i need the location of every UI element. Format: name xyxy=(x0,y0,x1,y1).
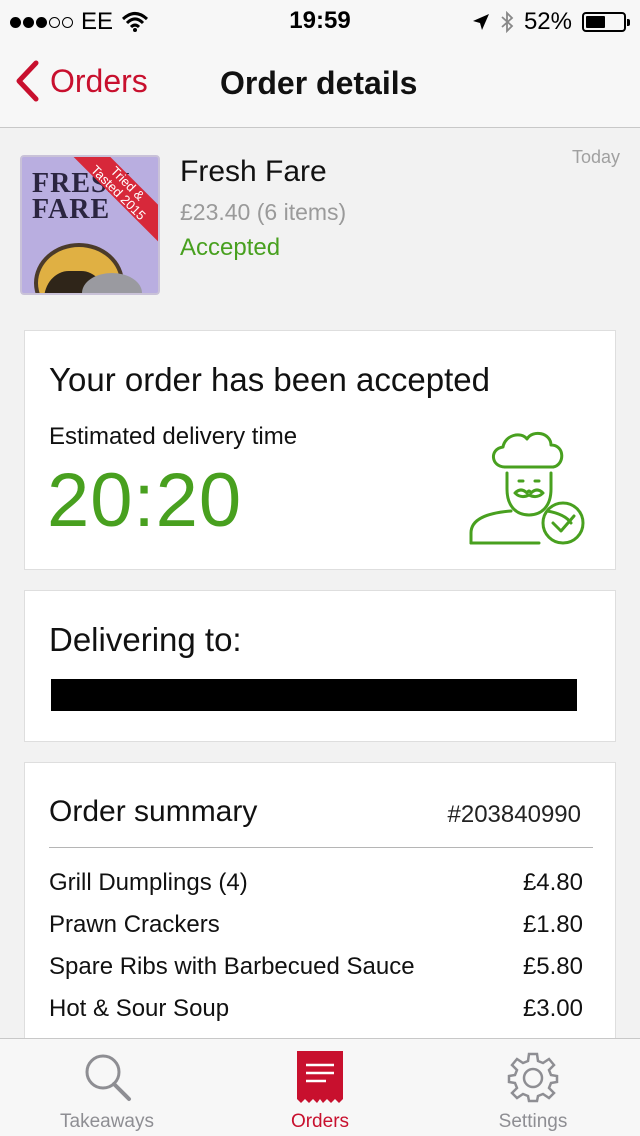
delivery-card: Delivering to: xyxy=(24,590,616,742)
eta-label: Estimated delivery time xyxy=(49,423,298,450)
delivery-title: Delivering to: xyxy=(49,621,242,658)
chevron-left-icon xyxy=(16,60,39,102)
item-price: £4.80 xyxy=(522,869,583,896)
page-title: Order details xyxy=(220,65,418,101)
location-arrow-icon xyxy=(472,14,489,30)
restaurant-logo: FRESH FARE Tried & Tasted 2015 xyxy=(20,155,160,295)
order-summary-card: Order summary #203840990 Grill Dumplings… xyxy=(24,762,616,1062)
accepted-title: Your order has been accepted xyxy=(49,361,490,398)
back-label: Orders xyxy=(50,62,148,99)
delivery-address-redacted xyxy=(51,679,577,711)
tab-settings[interactable]: Settings xyxy=(426,1039,640,1136)
battery-percent: 52% xyxy=(523,8,572,35)
tab-orders[interactable]: Orders xyxy=(213,1039,427,1136)
tab-bar: Takeaways Orders Settings xyxy=(0,1038,640,1136)
order-accepted-card: Your order has been accepted Estimated d… xyxy=(24,330,616,570)
item-name: Hot & Sour Soup xyxy=(49,995,230,1022)
list-item: Hot & Sour Soup £3.00 xyxy=(49,995,583,1023)
tab-label: Orders xyxy=(290,1111,350,1132)
bluetooth-icon xyxy=(501,11,514,33)
search-icon xyxy=(85,1054,131,1101)
order-number: #203840990 xyxy=(447,801,581,828)
restaurant-header: FRESH FARE Tried & Tasted 2015 Fresh Far… xyxy=(0,129,640,319)
eta-time: 20:20 xyxy=(47,458,243,543)
chef-check-icon xyxy=(469,431,585,545)
status-right: 52% xyxy=(472,8,630,36)
item-price: £1.80 xyxy=(522,911,583,938)
tab-takeaways[interactable]: Takeaways xyxy=(0,1039,214,1136)
order-status: Accepted xyxy=(180,234,281,261)
status-bar: EE 19:59 52% xyxy=(0,0,640,40)
order-total: £23.40 (6 items) xyxy=(180,199,347,225)
list-item: Prawn Crackers £1.80 xyxy=(49,911,583,939)
battery-fill xyxy=(586,16,605,28)
tab-label: Settings xyxy=(498,1111,568,1132)
summary-divider xyxy=(49,847,593,848)
list-item: Grill Dumplings (4) £4.80 xyxy=(49,869,583,897)
battery-icon xyxy=(582,12,630,32)
item-name: Spare Ribs with Barbecued Sauce xyxy=(49,953,415,980)
back-button[interactable]: Orders xyxy=(14,60,148,102)
item-name: Grill Dumplings (4) xyxy=(49,869,248,896)
tab-label: Takeaways xyxy=(60,1111,154,1132)
item-name: Prawn Crackers xyxy=(49,911,220,938)
item-price: £5.80 xyxy=(522,953,583,980)
restaurant-name: Fresh Fare xyxy=(180,155,327,188)
gear-icon xyxy=(507,1052,559,1103)
list-item: Spare Ribs with Barbecued Sauce £5.80 xyxy=(49,953,583,981)
receipt-icon xyxy=(297,1051,343,1103)
nav-bar: Orders Order details xyxy=(0,40,640,128)
summary-title: Order summary xyxy=(49,795,258,828)
order-date: Today xyxy=(571,147,620,167)
item-price: £3.00 xyxy=(522,995,583,1022)
